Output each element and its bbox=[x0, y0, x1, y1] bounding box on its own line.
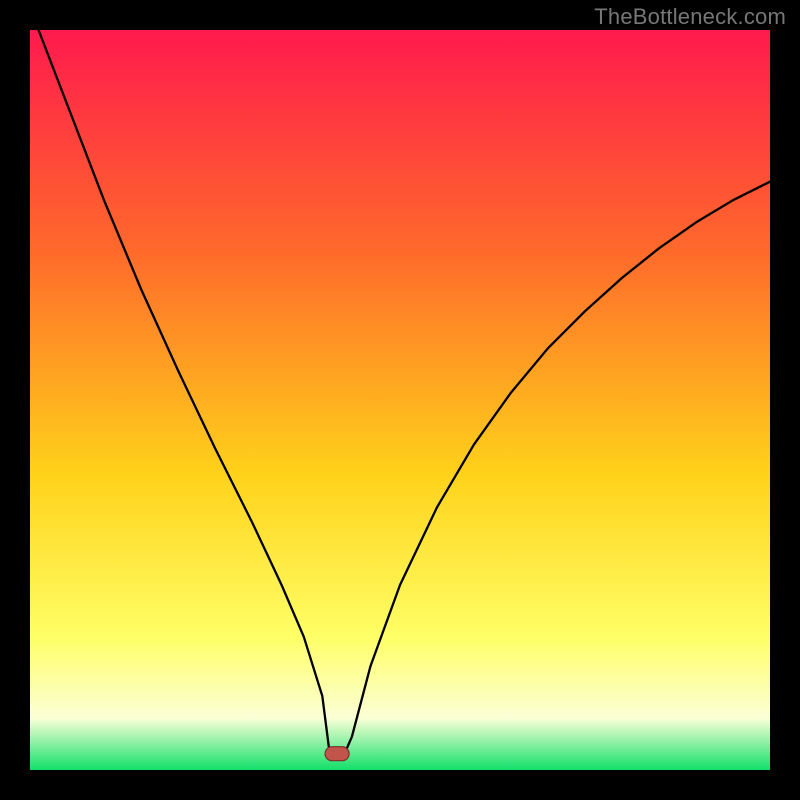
gradient-background bbox=[30, 30, 770, 770]
watermark-text: TheBottleneck.com bbox=[594, 4, 786, 30]
chart-svg bbox=[30, 30, 770, 770]
chart-frame: TheBottleneck.com bbox=[0, 0, 800, 800]
optimum-marker bbox=[325, 747, 349, 761]
plot-area bbox=[30, 30, 770, 770]
